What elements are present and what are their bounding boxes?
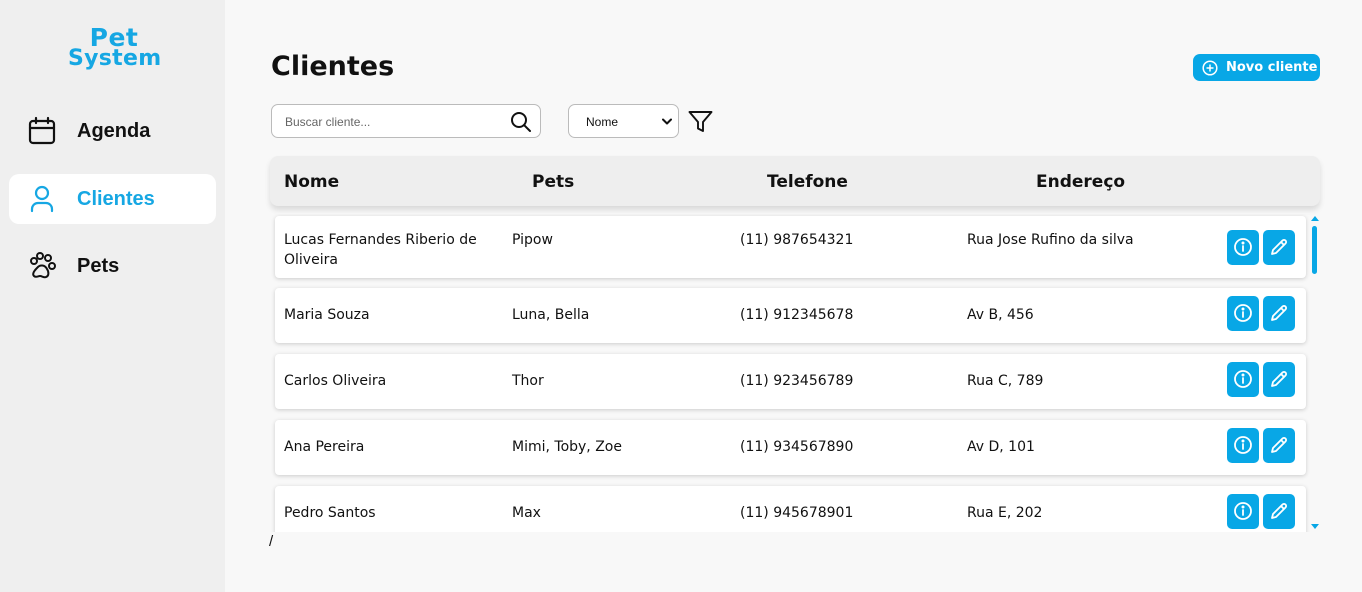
plus-circle-icon: [1202, 60, 1218, 76]
cell-telefone: (11) 945678901: [740, 505, 854, 521]
new-client-label: Novo cliente: [1226, 60, 1318, 75]
cell-nome: Carlos Oliveira: [284, 373, 387, 389]
edit-button[interactable]: [1263, 230, 1295, 265]
table-scrollbar[interactable]: [1310, 214, 1320, 532]
edit-button[interactable]: [1263, 362, 1295, 397]
column-header-pets: Pets: [532, 172, 575, 192]
search-input[interactable]: [285, 113, 505, 131]
sidebar: Pet System Agenda Clientes Pets: [0, 0, 225, 592]
info-button[interactable]: [1227, 362, 1259, 397]
info-icon: [1234, 436, 1252, 454]
pencil-icon: [1271, 239, 1287, 255]
cell-telefone: (11) 923456789: [740, 373, 854, 389]
column-header-nome: Nome: [284, 172, 340, 192]
pencil-icon: [1271, 305, 1287, 321]
edit-button[interactable]: [1263, 428, 1295, 463]
scroll-down-arrow-icon[interactable]: [1311, 524, 1319, 529]
table-row: Pedro Santos Max (11) 945678901 Rua E, 2…: [275, 486, 1306, 532]
table-row: Lucas Fernandes Riberio de Oliveira Pipo…: [275, 216, 1306, 278]
column-header-telefone: Telefone: [767, 172, 848, 192]
info-icon: [1234, 370, 1252, 388]
sidebar-item-label: Clientes: [77, 188, 155, 210]
info-icon: [1234, 304, 1252, 322]
info-icon: [1234, 238, 1252, 256]
logo-line-2: System: [68, 46, 162, 71]
pencil-icon: [1271, 371, 1287, 387]
cell-telefone: (11) 912345678: [740, 307, 854, 323]
filter-icon[interactable]: [688, 110, 713, 134]
sidebar-item-agenda[interactable]: Agenda: [9, 106, 216, 156]
sidebar-item-label: Agenda: [77, 120, 151, 142]
cell-nome: Ana Pereira: [284, 439, 365, 455]
info-button[interactable]: [1227, 296, 1259, 331]
sort-select[interactable]: Nome: [568, 104, 679, 138]
scrollbar-thumb[interactable]: [1312, 226, 1317, 274]
cell-nome: Lucas Fernandes Riberio de Oliveira: [284, 232, 477, 268]
scroll-up-arrow-icon[interactable]: [1311, 216, 1319, 221]
logo-line-1: Pet: [89, 23, 139, 52]
info-button[interactable]: [1227, 230, 1259, 265]
cell-pets: Thor: [512, 373, 544, 389]
cell-nome: Maria Souza: [284, 307, 370, 323]
cell-endereco: Rua E, 202: [967, 505, 1043, 521]
logo: Pet System: [68, 23, 162, 71]
table-header: Nome Pets Telefone Endereço: [270, 156, 1320, 206]
edit-button[interactable]: [1263, 494, 1295, 529]
table-row: Maria Souza Luna, Bella (11) 912345678 A…: [275, 288, 1306, 343]
paw-icon: [30, 252, 56, 279]
info-icon: [1234, 502, 1252, 520]
table-row: Ana Pereira Mimi, Toby, Zoe (11) 9345678…: [275, 420, 1306, 475]
cell-pets: Max: [512, 505, 541, 521]
info-button[interactable]: [1227, 494, 1259, 529]
edit-button[interactable]: [1263, 296, 1295, 331]
table-row: Carlos Oliveira Thor (11) 923456789 Rua …: [275, 354, 1306, 409]
cell-endereco: Rua Jose Rufino da silva: [967, 232, 1134, 248]
user-icon: [30, 185, 54, 213]
cell-telefone: (11) 987654321: [740, 232, 854, 248]
cell-telefone: (11) 934567890: [740, 439, 854, 455]
calendar-icon: [28, 116, 56, 145]
cell-endereco: Av D, 101: [967, 439, 1035, 455]
cell-pets: Luna, Bella: [512, 307, 590, 323]
chevron-down-icon: [662, 118, 672, 125]
info-button[interactable]: [1227, 428, 1259, 463]
cell-nome: Pedro Santos: [284, 505, 376, 521]
sort-select-value: Nome: [586, 115, 619, 129]
sidebar-item-clientes[interactable]: Clientes: [9, 174, 216, 224]
search-box: [271, 104, 541, 138]
search-icon[interactable]: [510, 111, 532, 133]
cell-pets: Pipow: [512, 232, 553, 248]
sidebar-item-pets[interactable]: Pets: [9, 241, 216, 291]
column-header-endereco: Endereço: [1036, 172, 1126, 192]
pencil-icon: [1271, 437, 1287, 453]
page-title: Clientes: [271, 51, 395, 82]
sidebar-item-label: Pets: [77, 255, 120, 277]
cell-endereco: Av B, 456: [967, 307, 1034, 323]
pencil-icon: [1271, 503, 1287, 519]
new-client-button[interactable]: Novo cliente: [1193, 54, 1320, 81]
cell-endereco: Rua C, 789: [967, 373, 1044, 389]
footer-text: /: [269, 533, 274, 550]
table-body: Lucas Fernandes Riberio de Oliveira Pipo…: [270, 214, 1310, 532]
cell-pets: Mimi, Toby, Zoe: [512, 439, 622, 455]
